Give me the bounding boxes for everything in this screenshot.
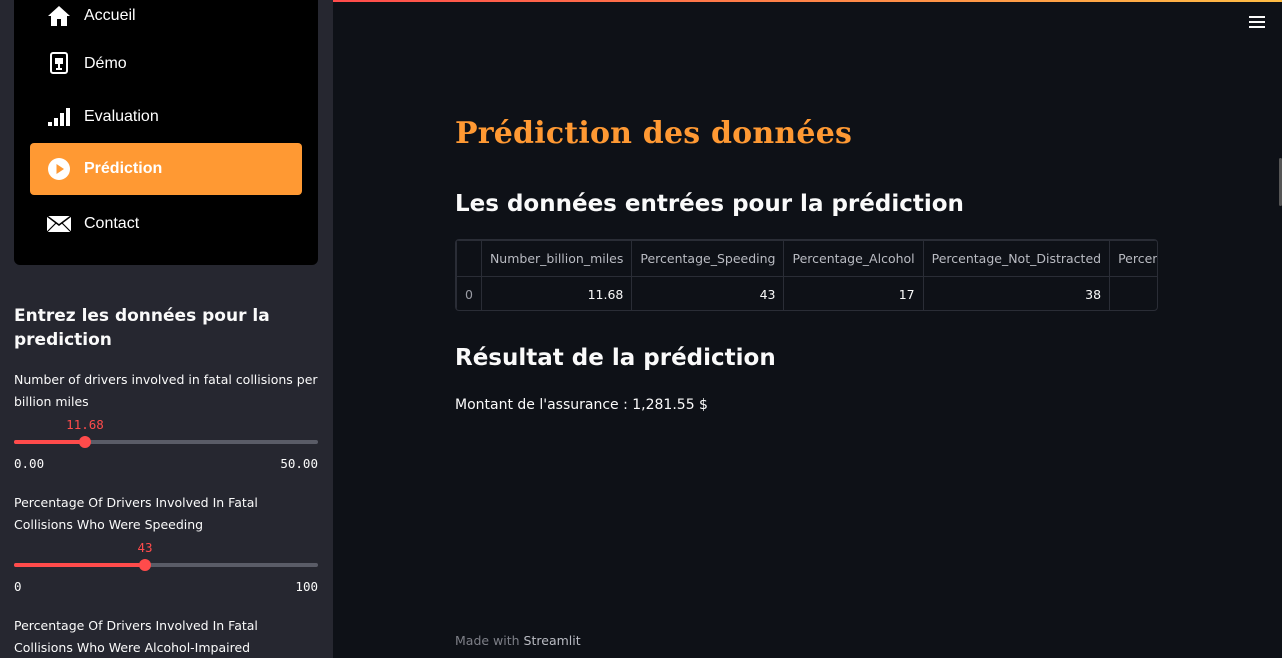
nav-label-demo: Démo [84, 55, 127, 72]
column-header [456, 240, 482, 277]
sidebar: Accueil Démo Evaluation Prédiction Conta… [0, 0, 333, 658]
streamlit-link[interactable]: Streamlit [524, 633, 581, 648]
column-header[interactable]: Percentage_Speeding [631, 240, 785, 277]
nav-item-evaluation[interactable]: Evaluation [30, 91, 302, 143]
slider-speeding: Percentage Of Drivers Involved In Fatal … [14, 492, 318, 602]
slider-value: 11.68 [66, 417, 104, 432]
slider-track[interactable] [14, 559, 318, 571]
column-header[interactable]: Percentage_Alcohol [783, 240, 924, 277]
input-data-table[interactable]: Number_billion_miles Percentage_Speeding… [455, 239, 1158, 311]
table-cell: 11.68 [480, 276, 633, 310]
input-data-header: Les données entrées pour la prédiction [455, 191, 964, 217]
page-title: Prédiction des données [455, 116, 853, 151]
slider-label: Percentage Of Drivers Involved In Fatal … [14, 495, 258, 532]
slider-label: Number of drivers involved in fatal coll… [14, 372, 318, 409]
slider-billion-miles: Number of drivers involved in fatal coll… [14, 369, 318, 479]
row-index: 0 [456, 276, 482, 310]
slider-fill [14, 563, 145, 567]
main-content: Prédiction des données Les données entré… [333, 0, 1282, 658]
nav-label-evaluation: Evaluation [84, 108, 159, 125]
slider-thumb[interactable] [139, 559, 151, 571]
nav-item-demo[interactable]: Démo [30, 38, 302, 90]
presentation-icon [46, 51, 72, 77]
header-decoration [333, 0, 1282, 2]
table-header-row: Number_billion_miles Percentage_Speeding… [456, 240, 1157, 277]
slider-thumb[interactable] [79, 436, 91, 448]
slider-value: 43 [137, 540, 153, 555]
sidebar-header: Entrez les données pour la prediction [14, 306, 270, 350]
table-cell [1109, 276, 1157, 310]
slider-track[interactable] [14, 436, 318, 448]
column-header[interactable]: Percent [1109, 240, 1157, 277]
play-circle-icon [46, 156, 72, 182]
table-cell: 43 [631, 276, 785, 310]
result-text: Montant de l'assurance : 1,281.55 $ [455, 397, 708, 413]
slider-min: 0.00 [14, 456, 45, 471]
column-header[interactable]: Number_billion_miles [480, 240, 633, 277]
nav-item-contact[interactable]: Contact [30, 198, 302, 250]
footer-prefix: Made with [455, 633, 524, 648]
slider-range: 0 100 [14, 579, 318, 594]
home-icon [46, 3, 72, 29]
nav-item-accueil[interactable]: Accueil [30, 0, 302, 42]
nav-label-prediction: Prédiction [84, 160, 163, 177]
result-header: Résultat de la prédiction [455, 345, 776, 371]
slider-alcohol: Percentage Of Drivers Involved In Fatal … [14, 615, 318, 658]
slider-max: 100 [295, 579, 318, 594]
slider-fill [14, 440, 85, 444]
slider-range: 0.00 50.00 [14, 456, 318, 471]
slider-min: 0 [14, 579, 22, 594]
slider-label: Percentage Of Drivers Involved In Fatal … [14, 618, 258, 655]
envelope-icon [46, 211, 72, 237]
nav-label-contact: Contact [84, 215, 140, 232]
slider-max: 50.00 [280, 456, 318, 471]
nav-item-prediction[interactable]: Prédiction [30, 143, 302, 195]
table-row: 0 11.68 43 17 38 [456, 276, 1157, 310]
table-cell: 17 [783, 276, 924, 310]
nav-menu: Accueil Démo Evaluation Prédiction Conta… [14, 0, 318, 265]
nav-label-accueil: Accueil [84, 7, 136, 24]
table-cell: 38 [922, 276, 1111, 310]
bar-chart-icon [46, 104, 72, 130]
footer: Made with Streamlit [455, 633, 581, 648]
column-header[interactable]: Percentage_Not_Distracted [922, 240, 1111, 277]
menu-icon[interactable] [1249, 16, 1265, 31]
